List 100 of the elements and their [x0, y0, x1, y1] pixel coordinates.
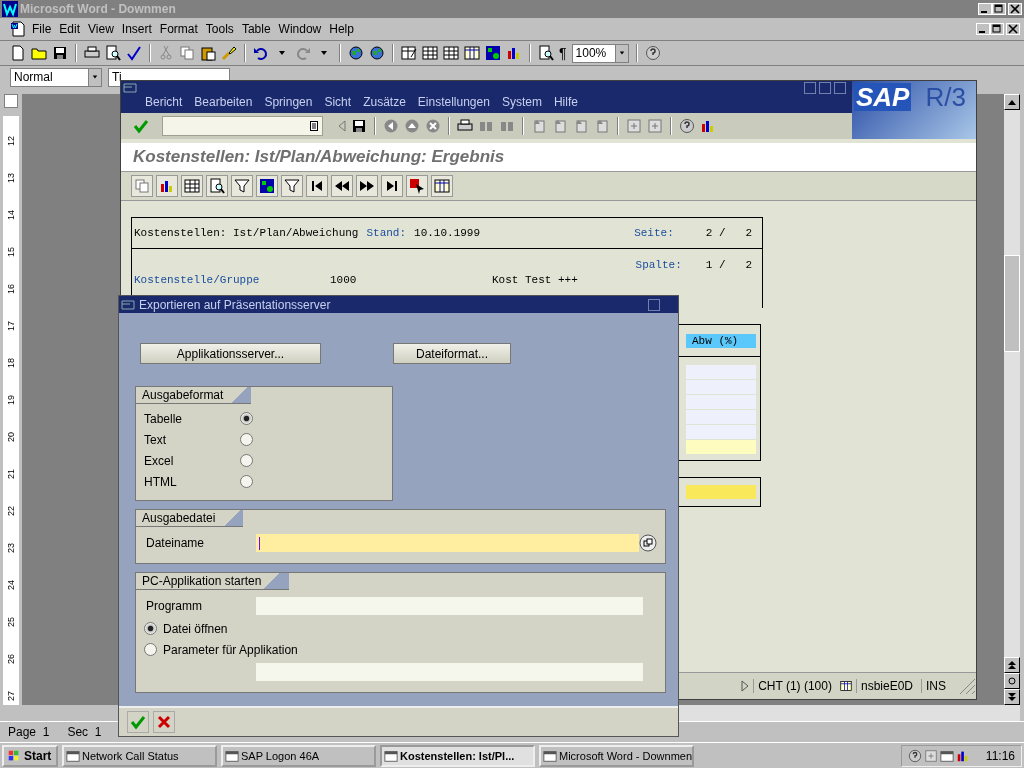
- value-help-icon[interactable]: [639, 534, 657, 552]
- radio-button[interactable]: [240, 454, 253, 467]
- circle-icon[interactable]: [1008, 677, 1016, 685]
- menu-item[interactable]: Zusätze: [363, 95, 406, 109]
- ruler-number: 12: [6, 136, 16, 146]
- menu-item[interactable]: Bearbeiten: [194, 95, 253, 109]
- filter-icon[interactable]: [234, 178, 250, 194]
- columns-icon[interactable]: [434, 178, 450, 194]
- help-icon[interactable]: [679, 118, 695, 134]
- sort-filter-icon[interactable]: [284, 178, 300, 194]
- enter-check-icon[interactable]: [133, 118, 149, 134]
- document-icon[interactable]: [10, 21, 26, 37]
- undo-icon[interactable]: [253, 45, 269, 61]
- menu-item[interactable]: Insert: [119, 22, 158, 36]
- style-dropdown[interactable]: Normal: [10, 67, 102, 87]
- folder-icon[interactable]: [31, 45, 47, 61]
- ruler-number: 14: [6, 210, 16, 220]
- table-cell: [686, 365, 756, 379]
- menu-item[interactable]: View: [86, 22, 120, 36]
- zoom-dropdown[interactable]: 100%: [571, 43, 629, 63]
- radio-button[interactable]: [144, 622, 157, 635]
- cancel-icon[interactable]: [425, 118, 441, 134]
- printer-icon[interactable]: [457, 118, 473, 134]
- radio-button[interactable]: [240, 412, 253, 425]
- menu-item[interactable]: File: [30, 22, 58, 36]
- table-cell: [686, 485, 756, 499]
- radio-button[interactable]: [240, 475, 253, 488]
- window-icon[interactable]: [225, 749, 239, 763]
- pilcrow-button[interactable]: ¶: [559, 45, 567, 61]
- maximize-icon[interactable]: [819, 82, 831, 94]
- menu-item[interactable]: System: [501, 95, 542, 109]
- window-icon[interactable]: [66, 749, 80, 763]
- menu-item[interactable]: Sicht: [324, 95, 352, 109]
- menu-item[interactable]: Einstellungen: [417, 95, 490, 109]
- menu-item[interactable]: Bericht: [145, 95, 183, 109]
- taskbar-button[interactable]: Network Call Status: [62, 745, 217, 767]
- double-down-arrow-icon[interactable]: [1008, 693, 1016, 701]
- globe-icon[interactable]: [369, 45, 385, 61]
- checkmark-icon[interactable]: [130, 714, 146, 730]
- right-triangle-icon[interactable]: [741, 680, 750, 692]
- printer-icon[interactable]: [84, 45, 100, 61]
- radio-button[interactable]: [240, 433, 253, 446]
- program-field[interactable]: [256, 597, 643, 615]
- up-arrow-icon[interactable]: [1008, 99, 1016, 105]
- menu-item[interactable]: Springen: [264, 95, 313, 109]
- option-label: HTML: [144, 474, 178, 489]
- bar-chart-icon[interactable]: [159, 178, 175, 194]
- table-icon[interactable]: [422, 45, 438, 61]
- table-pencil-icon[interactable]: [401, 45, 417, 61]
- taskbar-button[interactable]: Microsoft Word - Downmen: [539, 745, 694, 767]
- spreadsheet-icon[interactable]: [443, 45, 459, 61]
- new-page-icon[interactable]: [10, 45, 26, 61]
- scroll-thumb[interactable]: [1004, 255, 1020, 352]
- vertical-scrollbar[interactable]: [1004, 94, 1020, 705]
- window-menu-icon[interactable]: [121, 299, 135, 310]
- magnifier-icon[interactable]: [209, 178, 225, 194]
- previous-icon[interactable]: [334, 178, 350, 194]
- double-up-arrow-icon[interactable]: [1008, 661, 1016, 669]
- command-field[interactable]: [162, 116, 323, 136]
- restore-icon[interactable]: [992, 3, 1006, 15]
- document-map-icon[interactable]: [538, 45, 554, 61]
- menu-item[interactable]: Table: [239, 22, 277, 36]
- page-value: 2 / 2: [705, 227, 752, 239]
- print-preview-icon[interactable]: [105, 45, 121, 61]
- menu-item[interactable]: Format: [157, 22, 204, 36]
- clipboard-icon[interactable]: [200, 45, 216, 61]
- file-name-field[interactable]: [256, 534, 639, 552]
- taskbar-button[interactable]: SAP Logon 46A: [221, 745, 376, 767]
- restore-icon[interactable]: [990, 23, 1004, 35]
- radio-button[interactable]: [144, 643, 157, 656]
- globe-icon[interactable]: [348, 45, 364, 61]
- window-icon[interactable]: [384, 749, 398, 763]
- copy-icon[interactable]: [179, 45, 195, 61]
- menu-item[interactable]: Help: [327, 22, 360, 36]
- select-icon[interactable]: [409, 178, 425, 194]
- menu-item[interactable]: Edit: [57, 22, 87, 36]
- window-menu-icon[interactable]: [123, 83, 137, 93]
- push-button[interactable]: Dateiformat...: [393, 343, 511, 364]
- ruler-number: 19: [6, 395, 16, 405]
- left-triangle-icon[interactable]: [338, 120, 346, 132]
- menu-item[interactable]: Tools: [203, 22, 240, 36]
- menu-item[interactable]: Hilfe: [553, 95, 578, 109]
- cross-icon[interactable]: [156, 714, 172, 730]
- list-icon[interactable]: [310, 121, 318, 131]
- columns-icon[interactable]: [464, 45, 480, 61]
- brush-icon[interactable]: [221, 45, 237, 61]
- next-icon[interactable]: [359, 178, 375, 194]
- ruler-number: 21: [6, 469, 16, 479]
- push-button[interactable]: Applikationsserver...: [140, 343, 321, 364]
- shapes-icon[interactable]: [485, 45, 501, 61]
- option-label: Tabelle: [144, 411, 184, 426]
- menu-item[interactable]: Window: [276, 22, 328, 36]
- spellcheck-icon[interactable]: [126, 45, 142, 61]
- parameter-field[interactable]: [256, 663, 643, 681]
- taskbar-button[interactable]: Kostenstellen: Ist/Pl...: [380, 745, 535, 767]
- start-button[interactable]: Start: [2, 745, 58, 767]
- last-icon[interactable]: [384, 178, 400, 194]
- windows-flag-icon[interactable]: [7, 749, 21, 763]
- first-icon[interactable]: [309, 178, 325, 194]
- window-icon[interactable]: [543, 749, 557, 763]
